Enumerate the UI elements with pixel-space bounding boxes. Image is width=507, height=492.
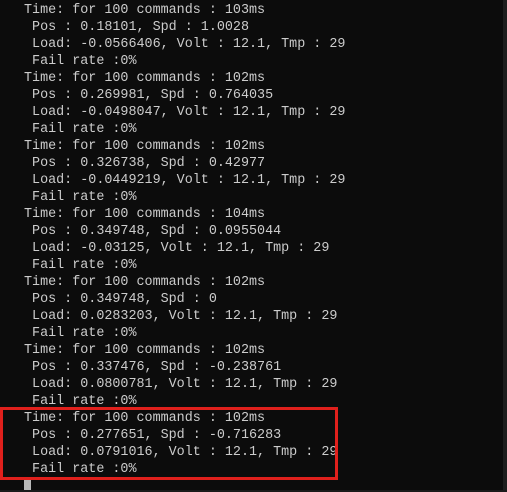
scrollbar-track[interactable] <box>503 0 507 492</box>
terminal-line: Pos : 0.269981, Spd : 0.764035 <box>24 88 274 103</box>
terminal-line: Load: -0.03125, Volt : 12.1, Tmp : 29 <box>24 241 330 256</box>
terminal-line: Pos : 0.326738, Spd : 0.42977 <box>24 156 266 171</box>
terminal-line: Pos : 0.337476, Spd : -0.238761 <box>24 360 282 375</box>
terminal-line: Load: -0.0566406, Volt : 12.1, Tmp : 29 <box>24 37 346 52</box>
terminal-line: Load: 0.0800781, Volt : 12.1, Tmp : 29 <box>24 377 338 392</box>
terminal-line: Time: for 100 commands : 102ms <box>24 343 266 358</box>
terminal-line: Time: for 100 commands : 103ms <box>24 3 266 18</box>
terminal-line: Fail rate :0% <box>24 190 137 205</box>
terminal-line: Load: 0.0283203, Volt : 12.1, Tmp : 29 <box>24 309 338 324</box>
terminal-line: Load: -0.0449219, Volt : 12.1, Tmp : 29 <box>24 173 346 188</box>
terminal-output: Time: for 100 commands : 103ms Pos : 0.1… <box>24 2 345 478</box>
terminal-line: Pos : 0.277651, Spd : -0.716283 <box>24 428 282 443</box>
terminal-line: Time: for 100 commands : 102ms <box>24 411 266 426</box>
terminal-line: Time: for 100 commands : 102ms <box>24 275 266 290</box>
terminal-line: Time: for 100 commands : 102ms <box>24 139 266 154</box>
terminal-line: Fail rate :0% <box>24 462 137 477</box>
terminal-line: Load: 0.0791016, Volt : 12.1, Tmp : 29 <box>24 445 338 460</box>
terminal-window[interactable]: Time: for 100 commands : 103ms Pos : 0.1… <box>0 0 507 492</box>
terminal-line: Fail rate :0% <box>24 122 137 137</box>
terminal-line: Fail rate :0% <box>24 394 137 409</box>
terminal-line: Fail rate :0% <box>24 258 137 273</box>
terminal-line: Time: for 100 commands : 104ms <box>24 207 266 222</box>
terminal-line: Time: for 100 commands : 102ms <box>24 71 266 86</box>
terminal-line: Pos : 0.18101, Spd : 1.0028 <box>24 20 249 35</box>
terminal-line: Load: -0.0498047, Volt : 12.1, Tmp : 29 <box>24 105 346 120</box>
terminal-line: Fail rate :0% <box>24 326 137 341</box>
terminal-line: Pos : 0.349748, Spd : 0.0955044 <box>24 224 282 239</box>
terminal-line: Pos : 0.349748, Spd : 0 <box>24 292 217 307</box>
terminal-line: Fail rate :0% <box>24 54 137 69</box>
